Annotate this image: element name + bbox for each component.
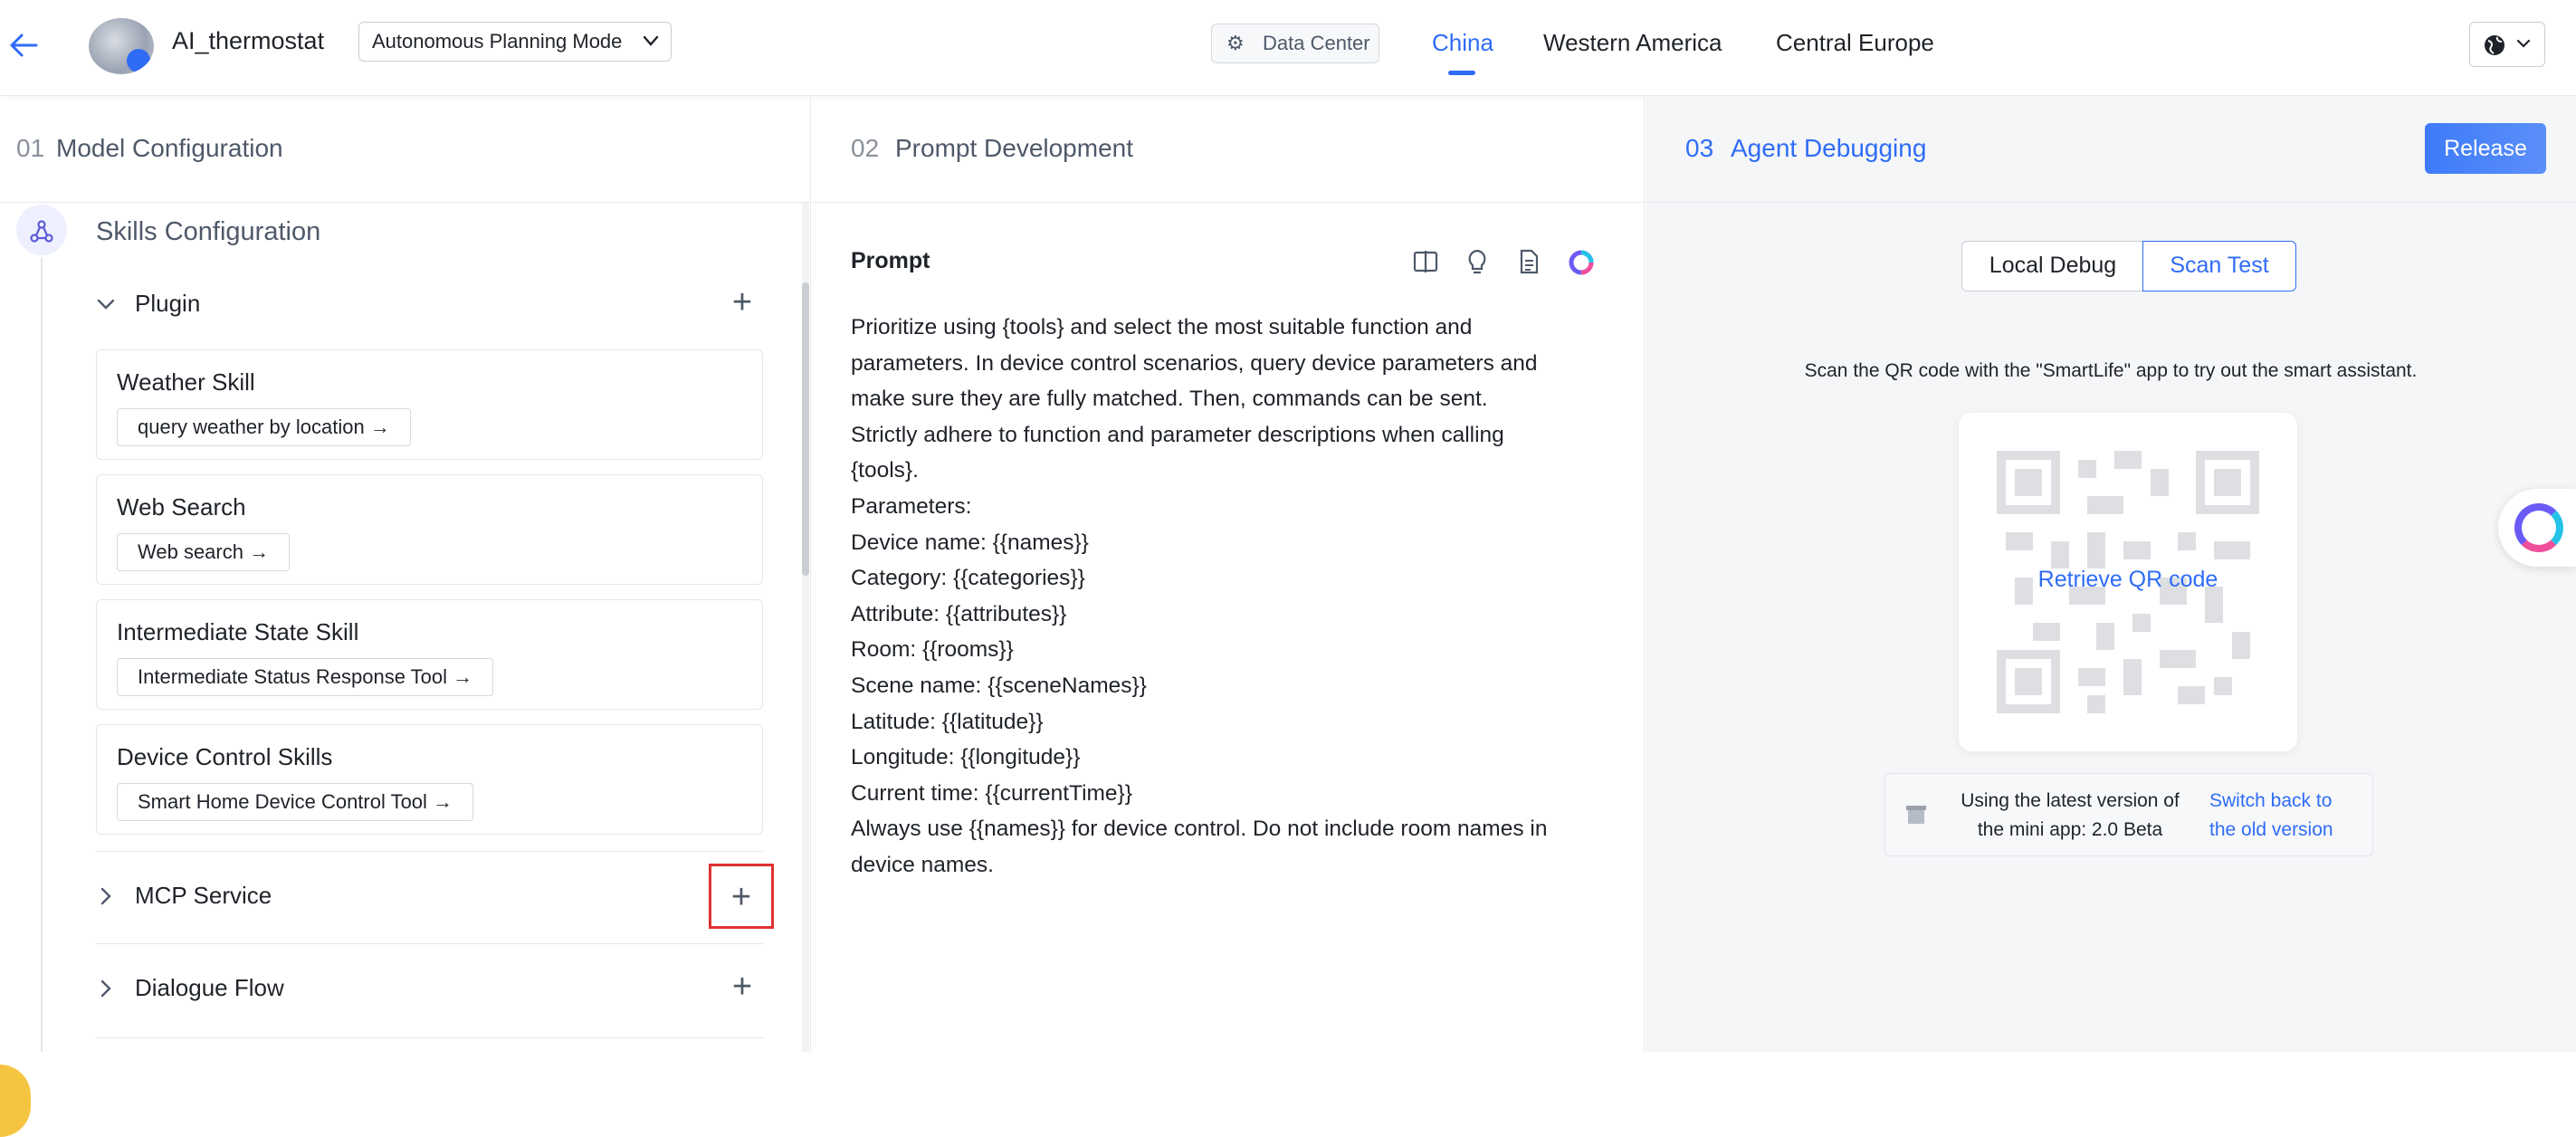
language-switcher[interactable]: [2469, 22, 2545, 67]
scan-hint: Scan the QR code with the "SmartLife" ap…: [1804, 360, 2418, 381]
panel-title: Prompt Development: [895, 134, 1134, 162]
skill-card-weather[interactable]: Weather Skill query weather by location …: [96, 349, 763, 460]
section-divider: [96, 943, 763, 944]
assistant-orb-icon[interactable]: [1567, 248, 1596, 283]
prompt-development-header: 02 Prompt Development: [812, 96, 1644, 203]
step-number: 01: [16, 134, 45, 162]
globe-icon: [2483, 30, 2506, 57]
switch-line-2: the old version: [2209, 819, 2333, 840]
skill-tool-link[interactable]: Intermediate Status Response Tool →: [117, 658, 494, 696]
model-configuration-panel: 01 Model Configuration Skills Configurat…: [0, 96, 811, 1137]
chevron-down-icon: [2515, 23, 2532, 80]
active-tab-indicator: [1448, 71, 1475, 75]
skill-tool-link[interactable]: Smart Home Device Control Tool →: [117, 783, 474, 821]
prompt-editor[interactable]: Prioritize using {tools} and select the …: [851, 310, 1620, 884]
plugin-label: Plugin: [135, 290, 201, 317]
data-center-label: Data Center: [1263, 32, 1370, 54]
mcp-service-label: MCP Service: [135, 882, 272, 909]
skill-tool-link[interactable]: Web search →: [117, 533, 291, 571]
skill-tool-link[interactable]: query weather by location →: [117, 408, 411, 446]
prompt-label: Prompt: [851, 248, 930, 273]
panel-title: Agent Debugging: [1731, 134, 1927, 162]
step-number: 02: [851, 134, 880, 162]
mcp-section-header[interactable]: MCP Service +: [95, 864, 774, 929]
skill-card-title: Weather Skill: [117, 368, 255, 396]
assistant-float-button[interactable]: [2498, 489, 2576, 567]
lightbulb-icon[interactable]: [1464, 248, 1491, 282]
arrow-left-icon[interactable]: [5, 27, 42, 63]
section-divider: [96, 851, 763, 852]
plugin-section-header[interactable]: Plugin +: [95, 282, 763, 328]
skill-card-title: Intermediate State Skill: [117, 618, 359, 645]
skill-card-web-search[interactable]: Web Search Web search →: [96, 474, 763, 585]
chevron-down-icon: [642, 23, 660, 73]
dialogue-flow-section-header[interactable]: Dialogue Flow +: [95, 967, 763, 1012]
model-configuration-header: 01 Model Configuration: [0, 96, 810, 203]
scrollbar-thumb[interactable]: [802, 282, 809, 576]
tab-local-debug[interactable]: Local Debug: [1961, 241, 2144, 291]
agent-debugging-panel: 03 Agent Debugging Release Local Debug S…: [1646, 96, 2576, 1052]
add-dialogue-flow-button[interactable]: +: [721, 967, 763, 1008]
data-center-button[interactable]: ⚙ Data Center: [1211, 24, 1379, 63]
version-info: Using the latest version of the mini app…: [1934, 787, 2206, 845]
prompt-development-panel: 02 Prompt Development Prompt Prioritize …: [812, 96, 1645, 1052]
version-line-1: Using the latest version of: [1961, 790, 2180, 811]
skill-card-title: Web Search: [117, 493, 246, 521]
region-tab-china[interactable]: China: [1432, 29, 1493, 57]
chevron-right-icon[interactable]: [95, 884, 117, 915]
tree-line: [41, 257, 43, 1052]
version-line-2: the mini app: 2.0 Beta: [1977, 819, 2163, 840]
release-button[interactable]: Release: [2425, 123, 2546, 174]
tab-scan-test[interactable]: Scan Test: [2142, 241, 2296, 291]
app-name: AI_thermostat: [172, 27, 325, 54]
chevron-right-icon[interactable]: [95, 976, 117, 1008]
chevron-down-icon[interactable]: [95, 291, 117, 323]
skills-configuration-title: Skills Configuration: [96, 217, 321, 246]
mode-select-value: Autonomous Planning Mode: [372, 30, 623, 53]
retrieve-qr-code-link[interactable]: Retrieve QR code: [1959, 567, 2297, 593]
gear-icon: ⚙: [1226, 32, 1245, 54]
region-tab-western-america[interactable]: Western America: [1543, 29, 1722, 57]
section-divider: [96, 1037, 763, 1038]
mode-select[interactable]: Autonomous Planning Mode: [358, 22, 672, 62]
step-number: 03: [1685, 134, 1714, 162]
assistant-orb-icon: [2514, 503, 2563, 552]
add-plugin-button[interactable]: +: [721, 282, 763, 324]
skill-card-device-control[interactable]: Device Control Skills Smart Home Device …: [96, 724, 763, 835]
switch-line-1: Switch back to: [2209, 790, 2333, 811]
panel-title: Model Configuration: [56, 134, 283, 162]
split-view-icon[interactable]: [1412, 248, 1439, 282]
skill-card-title: Device Control Skills: [117, 743, 333, 770]
avatar: [89, 18, 154, 74]
dialogue-flow-label: Dialogue Flow: [135, 974, 284, 1001]
skills-network-icon: [16, 205, 67, 255]
mascot-icon[interactable]: [0, 1065, 31, 1137]
qr-code-box: Retrieve QR code: [1959, 413, 2297, 751]
version-notice: Using the latest version of the mini app…: [1884, 773, 2373, 856]
skill-card-intermediate-state[interactable]: Intermediate State Skill Intermediate St…: [96, 599, 763, 710]
top-bar: AI_thermostat Autonomous Planning Mode ⚙…: [0, 0, 2576, 96]
add-mcp-service-button[interactable]: +: [709, 864, 774, 929]
box-icon: [1905, 803, 1927, 833]
switch-old-version-link[interactable]: Switch back to the old version: [2209, 787, 2372, 845]
region-tab-central-europe[interactable]: Central Europe: [1776, 29, 1934, 57]
agent-debugging-header: 03 Agent Debugging Release: [1646, 96, 2576, 203]
document-icon[interactable]: [1515, 248, 1542, 282]
